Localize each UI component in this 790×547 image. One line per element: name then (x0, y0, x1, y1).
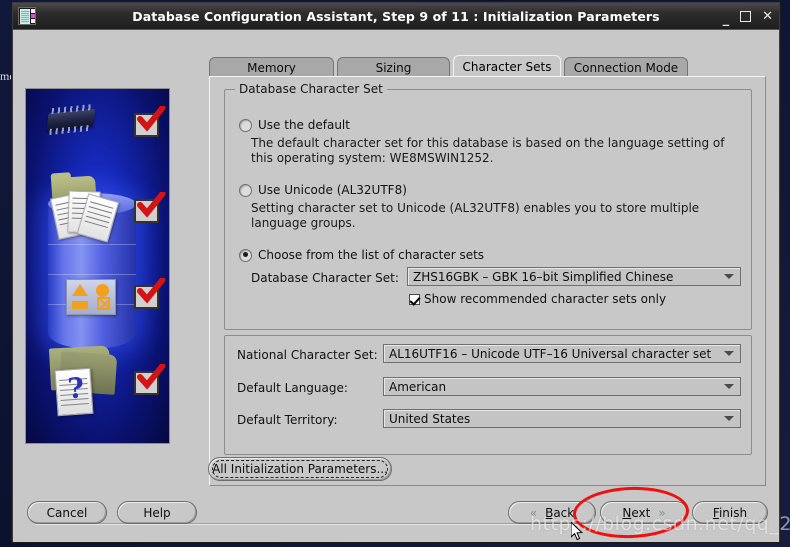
radio-use-unicode-label: Use Unicode (AL32UTF8) (258, 183, 407, 197)
red-check-icon (137, 364, 165, 390)
window-titlebar[interactable]: Database Configuration Assistant, Step 9… (13, 3, 779, 30)
finish-label: Finish (712, 505, 748, 520)
database-character-set-label: Database Character Set: (251, 271, 399, 285)
all-initialization-parameters-label: All Initialization Parameters... (212, 462, 388, 476)
checkmark-box-3 (134, 278, 165, 309)
use-default-description: The default character set for this datab… (251, 136, 725, 165)
database-chip-icon (18, 7, 36, 25)
default-language-value: American (389, 379, 447, 394)
window-title: Database Configuration Assistant, Step 9… (132, 8, 660, 24)
tab-connection-mode[interactable]: Connection Mode (564, 57, 688, 77)
chevron-down-icon[interactable] (724, 384, 734, 389)
radio-use-default[interactable]: Use the default (239, 118, 350, 132)
radio-use-unicode-indicator[interactable] (239, 183, 252, 197)
red-check-icon (137, 278, 165, 304)
radio-choose-from-list-label: Choose from the list of character sets (258, 248, 485, 262)
national-character-set-value: AL16UTF16 – Unicode UTF–16 Universal cha… (389, 346, 712, 361)
tab-memory[interactable]: Memory (209, 57, 334, 77)
help-button[interactable]: Help (117, 501, 197, 524)
window-body: ? Memory Sizing Character Sets Connectio… (13, 30, 779, 542)
shapes-tile-graphic (66, 279, 116, 315)
checkmark-box-2 (134, 192, 165, 223)
next-label: Next (622, 505, 651, 520)
next-button[interactable]: Next » (600, 501, 688, 524)
wizard-illustration: ? (25, 88, 170, 444)
radio-use-default-indicator[interactable] (239, 118, 252, 132)
close-icon[interactable]: ✕ (762, 10, 773, 23)
use-unicode-description: Setting character set to Unicode (AL32UT… (251, 201, 700, 230)
red-check-icon (137, 192, 165, 218)
chevron-right-icon: » (658, 505, 666, 520)
show-recommended-label: Show recommended character sets only (424, 292, 667, 306)
red-check-icon (137, 106, 165, 132)
show-recommended-checkbox-row[interactable]: Show recommended character sets only (409, 292, 666, 306)
finish-button[interactable]: Finish (692, 501, 768, 524)
checkmark-box-4 (134, 364, 165, 395)
chevron-left-icon: « (529, 505, 538, 520)
help-label: Help (143, 505, 171, 520)
show-recommended-checkbox[interactable] (409, 293, 420, 305)
national-character-set-dropdown[interactable]: AL16UTF16 – Unicode UTF–16 Universal cha… (383, 344, 741, 363)
tab-character-sets[interactable]: Character Sets (453, 55, 561, 77)
default-language-label: Default Language: (237, 381, 348, 395)
window-controls: _ ✕ (723, 3, 773, 29)
default-territory-label: Default Territory: (237, 413, 338, 427)
radio-choose-from-list-indicator[interactable] (239, 248, 252, 262)
dbca-window: Database Configuration Assistant, Step 9… (12, 2, 780, 542)
default-language-dropdown[interactable]: American (383, 377, 741, 396)
database-character-set-value: ZHS16GBK – GBK 16–bit Simplified Chinese (413, 269, 674, 284)
tab-sizing[interactable]: Sizing (337, 57, 450, 77)
tab-bar: Memory Sizing Character Sets Connection … (209, 55, 766, 77)
screen: me Database Configuration Assistant, Ste… (0, 0, 790, 547)
back-button[interactable]: « Back (508, 501, 596, 524)
character-sets-panel: Database Character Set Use the default T… (209, 76, 766, 486)
checkmark-box-1 (134, 106, 165, 137)
chevron-down-icon[interactable] (724, 416, 734, 421)
national-character-set-label: National Character Set: (237, 348, 378, 362)
all-initialization-parameters-button[interactable]: All Initialization Parameters... (208, 457, 392, 481)
back-label: Back (545, 505, 575, 520)
question-document-graphic: ? (54, 367, 94, 417)
default-territory-dropdown[interactable]: United States (383, 409, 741, 428)
maximize-icon[interactable] (740, 10, 752, 22)
group-legend: Database Character Set (235, 82, 387, 96)
radio-choose-from-list[interactable]: Choose from the list of character sets (239, 248, 484, 262)
radio-use-unicode[interactable]: Use Unicode (AL32UTF8) (239, 183, 407, 197)
database-character-set-group: Database Character Set Use the default T… (224, 82, 752, 330)
database-character-set-dropdown[interactable]: ZHS16GBK – GBK 16–bit Simplified Chinese (407, 267, 741, 286)
cancel-label: Cancel (46, 505, 88, 520)
memory-chip-graphic (46, 108, 96, 131)
cancel-button[interactable]: Cancel (27, 501, 107, 524)
minimize-icon[interactable]: _ (723, 13, 730, 26)
chevron-down-icon[interactable] (724, 351, 734, 356)
default-territory-value: United States (389, 411, 471, 426)
nls-settings-group: National Character Set: AL16UTF16 – Unic… (224, 335, 752, 455)
radio-use-default-label: Use the default (258, 118, 350, 132)
mouse-cursor-icon (571, 522, 583, 541)
chevron-down-icon[interactable] (724, 274, 734, 279)
